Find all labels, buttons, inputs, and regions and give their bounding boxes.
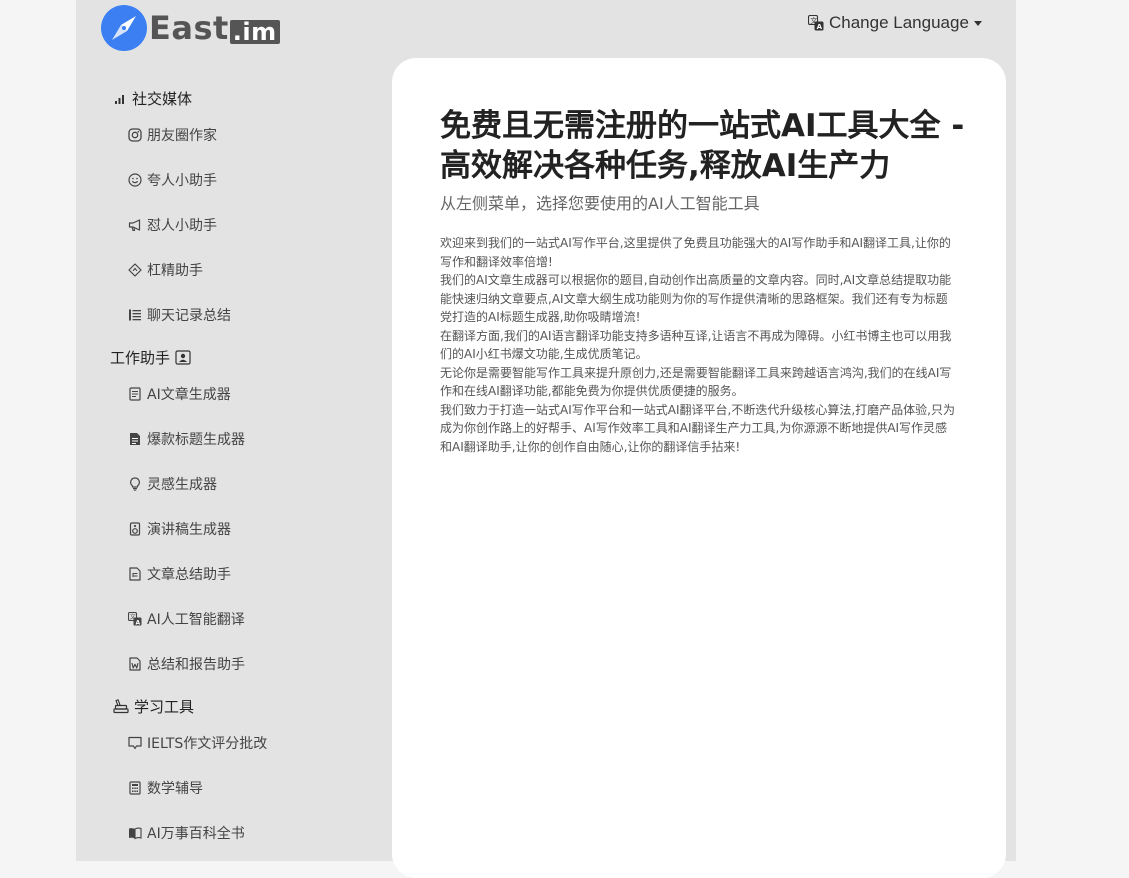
sidebar-item-label: 夸人小助手	[147, 172, 217, 189]
section-title: 学习工具	[134, 697, 195, 716]
sidebar-item-praise-helper[interactable]: 夸人小助手	[108, 157, 378, 202]
section-title: 社交媒体	[132, 89, 193, 108]
speaker-icon	[129, 521, 141, 536]
site-logo[interactable]: East .im	[101, 5, 280, 51]
sidebar-item-ielts-grader[interactable]: IELTS作文评分批改	[108, 720, 378, 765]
sidebar-item-moments-writer[interactable]: 朋友圈作家	[108, 112, 378, 157]
sidebar: 社交媒体 朋友圈作家 夸人小助手 怼人小助手 杠精助手 聊天记录总结 工作助手 …	[108, 80, 378, 855]
sidebar-item-article-generator[interactable]: AI文章生成器	[108, 371, 378, 416]
sidebar-item-label: 演讲稿生成器	[147, 521, 231, 538]
list-icon	[129, 309, 141, 320]
svg-text:A: A	[136, 619, 141, 626]
caret-down-icon	[973, 20, 982, 26]
sidebar-item-label: AI万事百科全书	[147, 825, 245, 842]
sidebar-item-label: 爆款标题生成器	[147, 431, 245, 448]
person-badge-icon	[175, 349, 191, 365]
sidebar-item-label: IELTS作文评分批改	[147, 735, 268, 752]
sidebar-item-article-summary[interactable]: 文章总结助手	[108, 551, 378, 596]
intro-text: 欢迎来到我们的一站式AI写作平台,这里提供了免费且功能强大的AI写作助手和AI翻…	[440, 234, 955, 456]
sidebar-item-label: AI人工智能翻译	[147, 611, 245, 628]
document-icon	[129, 386, 141, 401]
sidebar-section-social: 社交媒体	[108, 84, 378, 112]
sidebar-item-label: 聊天记录总结	[147, 307, 231, 324]
sidebar-item-label: 数学辅导	[147, 780, 203, 797]
section-title: 工作助手	[110, 348, 171, 367]
translate-icon: 文 A	[128, 611, 142, 626]
sidebar-item-label: 朋友圈作家	[147, 127, 217, 144]
logo-tld: .im	[229, 20, 280, 44]
intro-paragraph: 无论你是需要智能写作工具来提升原创力,还是需要智能翻译工具来跨越语言鸿沟,我们的…	[440, 365, 952, 399]
logo-text: East .im	[149, 9, 280, 47]
file-text-icon	[130, 432, 140, 445]
sidebar-item-label: 总结和报告助手	[147, 656, 245, 673]
diamond-icon	[128, 262, 142, 277]
sidebar-item-label: 文章总结助手	[147, 566, 231, 583]
sidebar-item-label: AI文章生成器	[147, 386, 231, 403]
file-word-icon	[129, 656, 141, 671]
change-language-label: Change Language	[829, 13, 969, 32]
intro-paragraph: 欢迎来到我们的一站式AI写作平台,这里提供了免费且功能强大的AI写作助手和AI翻…	[440, 236, 951, 269]
sidebar-section-work: 工作助手	[108, 343, 378, 371]
sidebar-item-label: 灵感生成器	[147, 476, 217, 493]
file-ruled-icon	[129, 566, 141, 581]
sidebar-item-headline-generator[interactable]: 爆款标题生成器	[108, 416, 378, 461]
page-title: 免费且无需注册的一站式AI工具大全 - 高效解决各种任务,释放AI生产力	[440, 108, 965, 184]
sidebar-item-contrarian-helper[interactable]: 杠精助手	[108, 247, 378, 292]
instagram-icon	[128, 127, 142, 142]
sidebar-item-report-helper[interactable]: 总结和报告助手	[108, 641, 378, 686]
sidebar-item-roast-helper[interactable]: 怼人小助手	[108, 202, 378, 247]
books-icon	[113, 699, 129, 714]
intro-paragraph: 在翻译方面,我们的AI语言翻译功能支持多语种互译,让语言不再成为障碍。小红书博主…	[440, 328, 952, 362]
main-content-card: 免费且无需注册的一站式AI工具大全 - 高效解决各种任务,释放AI生产力 从左侧…	[392, 58, 1006, 878]
megaphone-icon	[128, 218, 141, 231]
page-subtitle: 从左侧菜单，选择您要使用的AI人工智能工具	[440, 194, 760, 213]
change-language-button[interactable]: 文 A Change Language	[808, 13, 982, 33]
calculator-icon	[129, 780, 141, 795]
intro-paragraph: 我们致力于打造一站式AI写作平台和一站式AI翻译平台,不断迭代升级核心算法,打磨…	[440, 402, 955, 454]
intro-paragraph: 我们的AI文章生成器可以根据你的题目,自动创作出高质量的文章内容。同时,AI文章…	[440, 273, 952, 324]
sidebar-item-math-tutor[interactable]: 数学辅导	[108, 765, 378, 810]
sidebar-item-label: 怼人小助手	[147, 217, 217, 234]
lightbulb-icon	[130, 476, 140, 491]
sidebar-item-label: 杠精助手	[147, 262, 203, 279]
bar-chart-icon	[115, 95, 124, 104]
sidebar-item-encyclopedia[interactable]: AI万事百科全书	[108, 810, 378, 855]
translate-icon: 文 A	[808, 15, 824, 31]
sidebar-item-inspiration-generator[interactable]: 灵感生成器	[108, 461, 378, 506]
smile-icon	[128, 172, 142, 187]
compass-icon	[101, 5, 147, 51]
sidebar-item-speech-generator[interactable]: 演讲稿生成器	[108, 506, 378, 551]
sidebar-item-chat-summary[interactable]: 聊天记录总结	[108, 292, 378, 337]
book-icon	[129, 827, 142, 839]
logo-name: East	[149, 9, 229, 47]
chat-square-icon	[128, 736, 142, 749]
svg-text:A: A	[817, 23, 823, 31]
sidebar-section-study: 学习工具	[108, 692, 378, 720]
sidebar-item-ai-translate[interactable]: 文 A AI人工智能翻译	[108, 596, 378, 641]
